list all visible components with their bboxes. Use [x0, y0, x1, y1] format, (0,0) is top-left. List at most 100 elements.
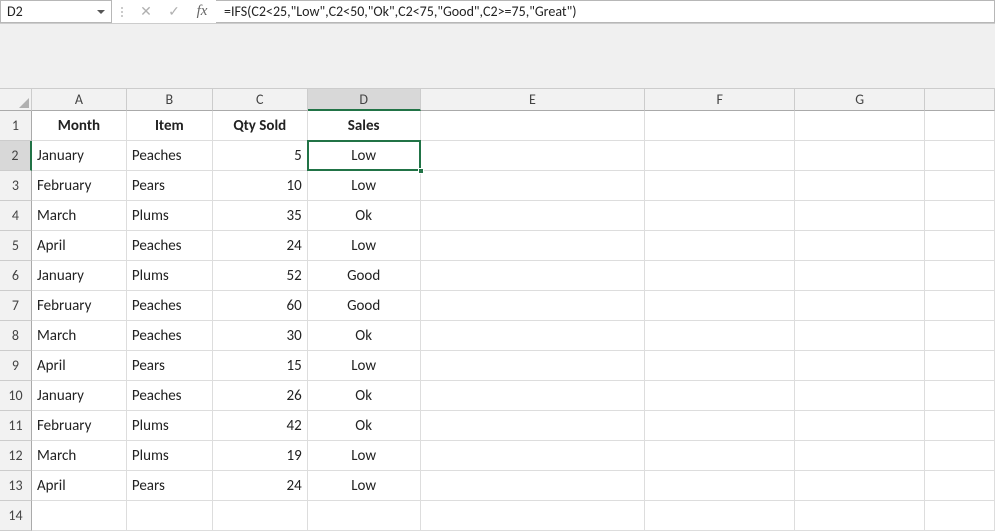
cell-E13[interactable] [421, 471, 646, 501]
cancel-button[interactable]: ✕ [132, 3, 160, 20]
cell-G9[interactable] [795, 351, 925, 381]
row-header-9[interactable]: 9 [0, 351, 32, 381]
cell-A4[interactable]: March [32, 201, 127, 231]
cell-E10[interactable] [421, 381, 646, 411]
confirm-button[interactable]: ✓ [160, 3, 188, 20]
col-header-G[interactable]: G [795, 89, 925, 111]
cell-F14[interactable] [645, 501, 795, 531]
cell-H6[interactable] [925, 261, 995, 291]
cell-F4[interactable] [645, 201, 795, 231]
row-header-12[interactable]: 12 [0, 441, 32, 471]
cell-B8[interactable]: Peaches [127, 321, 213, 351]
cell-H1[interactable] [925, 111, 995, 141]
cell-D14[interactable] [308, 501, 421, 531]
cell-F10[interactable] [645, 381, 795, 411]
cell-A3[interactable]: February [32, 171, 127, 201]
cell-G2[interactable] [795, 141, 925, 171]
cell-B3[interactable]: Pears [127, 171, 213, 201]
cell-G1[interactable] [795, 111, 925, 141]
cell-E3[interactable] [421, 171, 646, 201]
cell-H2[interactable] [925, 141, 995, 171]
col-header-extra[interactable] [925, 89, 995, 111]
cell-E11[interactable] [421, 411, 646, 441]
row-header-7[interactable]: 7 [0, 291, 32, 321]
cell-D9[interactable]: Low [308, 351, 421, 381]
cell-D5[interactable]: Low [308, 231, 421, 261]
cell-C10[interactable]: 26 [213, 381, 308, 411]
cell-C6[interactable]: 52 [213, 261, 308, 291]
cell-D8[interactable]: Ok [308, 321, 421, 351]
cell-H5[interactable] [925, 231, 995, 261]
cell-C5[interactable]: 24 [213, 231, 308, 261]
cell-A6[interactable]: January [32, 261, 127, 291]
cell-H7[interactable] [925, 291, 995, 321]
cell-A7[interactable]: February [32, 291, 127, 321]
cell-A10[interactable]: January [32, 381, 127, 411]
cell-A13[interactable]: April [32, 471, 127, 501]
cell-D13[interactable]: Low [308, 471, 421, 501]
cell-A8[interactable]: March [32, 321, 127, 351]
cell-G10[interactable] [795, 381, 925, 411]
cell-G11[interactable] [795, 411, 925, 441]
cell-F7[interactable] [645, 291, 795, 321]
cell-G12[interactable] [795, 441, 925, 471]
insert-function-button[interactable]: fx [188, 3, 216, 20]
cell-B11[interactable]: Plums [127, 411, 213, 441]
cell-C1[interactable]: Qty Sold [213, 111, 308, 141]
cell-E5[interactable] [421, 231, 646, 261]
fill-handle[interactable] [418, 168, 424, 174]
row-header-5[interactable]: 5 [0, 231, 32, 261]
col-header-B[interactable]: B [127, 89, 213, 111]
cell-D7[interactable]: Good [308, 291, 421, 321]
cell-E12[interactable] [421, 441, 646, 471]
cell-A14[interactable] [32, 501, 127, 531]
cell-B6[interactable]: Plums [127, 261, 213, 291]
row-header-10[interactable]: 10 [0, 381, 32, 411]
cell-E1[interactable] [421, 111, 646, 141]
cell-B4[interactable]: Plums [127, 201, 213, 231]
cell-C8[interactable]: 30 [213, 321, 308, 351]
cell-E2[interactable] [421, 141, 646, 171]
cell-A11[interactable]: February [32, 411, 127, 441]
cell-C2[interactable]: 5 [213, 141, 308, 171]
cell-C11[interactable]: 42 [213, 411, 308, 441]
cell-F2[interactable] [645, 141, 795, 171]
row-header-1[interactable]: 1 [0, 111, 32, 141]
chevron-down-icon[interactable] [97, 10, 105, 14]
cell-C9[interactable]: 15 [213, 351, 308, 381]
cell-E9[interactable] [421, 351, 646, 381]
select-all-corner[interactable] [0, 89, 32, 111]
cell-F3[interactable] [645, 171, 795, 201]
row-header-6[interactable]: 6 [0, 261, 32, 291]
cell-H13[interactable] [925, 471, 995, 501]
cell-A1[interactable]: Month [32, 111, 127, 141]
cell-H9[interactable] [925, 351, 995, 381]
cell-D1[interactable]: Sales [308, 111, 421, 141]
cell-A2[interactable]: January [32, 141, 127, 171]
cell-A12[interactable]: March [32, 441, 127, 471]
cell-D2[interactable]: Low [308, 141, 421, 171]
cell-C3[interactable]: 10 [213, 171, 308, 201]
cell-F9[interactable] [645, 351, 795, 381]
cell-H10[interactable] [925, 381, 995, 411]
cell-D3[interactable]: Low [308, 171, 421, 201]
col-header-F[interactable]: F [645, 89, 795, 111]
cell-H11[interactable] [925, 411, 995, 441]
cell-B5[interactable]: Peaches [127, 231, 213, 261]
row-header-3[interactable]: 3 [0, 171, 32, 201]
cell-B2[interactable]: Peaches [127, 141, 213, 171]
cell-H3[interactable] [925, 171, 995, 201]
cell-D11[interactable]: Ok [308, 411, 421, 441]
cell-E14[interactable] [421, 501, 646, 531]
cell-E8[interactable] [421, 321, 646, 351]
cell-G8[interactable] [795, 321, 925, 351]
formula-input[interactable]: =IFS(C2<25,"Low",C2<50,"Ok",C2<75,"Good"… [216, 0, 995, 23]
cell-B9[interactable]: Pears [127, 351, 213, 381]
cell-F5[interactable] [645, 231, 795, 261]
row-header-14[interactable]: 14 [0, 501, 32, 531]
cell-G7[interactable] [795, 291, 925, 321]
name-box[interactable]: D2 [0, 0, 112, 23]
col-header-C[interactable]: C [213, 89, 308, 111]
cell-E7[interactable] [421, 291, 646, 321]
cell-G13[interactable] [795, 471, 925, 501]
